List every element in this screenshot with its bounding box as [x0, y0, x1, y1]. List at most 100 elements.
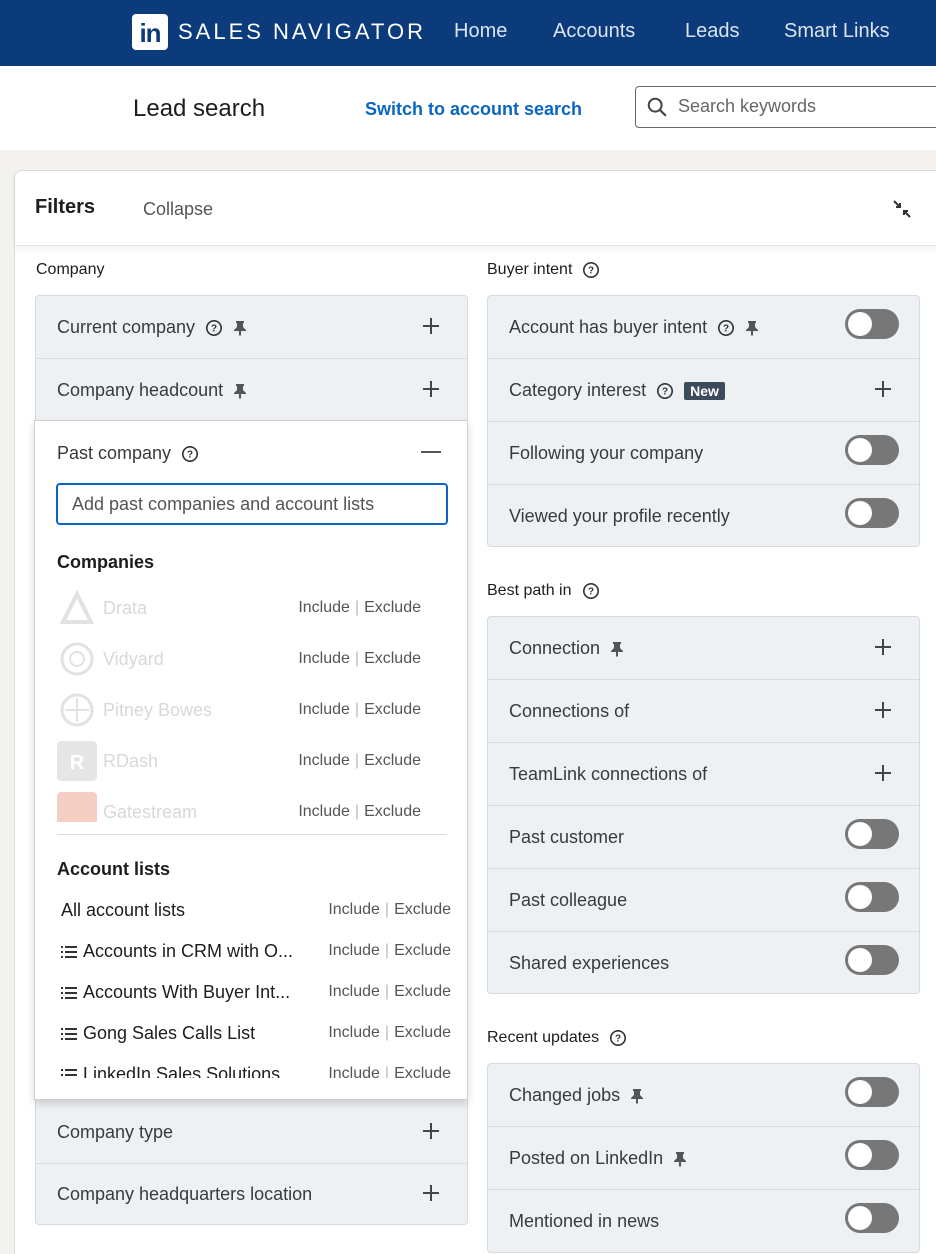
filter-current-company[interactable]: Current company ?: [36, 296, 467, 359]
include-button[interactable]: Include: [328, 983, 380, 1000]
include-button[interactable]: Include: [298, 752, 350, 769]
nav-smart-links[interactable]: Smart Links: [784, 20, 890, 43]
shrink-icon[interactable]: [890, 197, 914, 221]
nav-accounts[interactable]: Accounts: [553, 20, 635, 43]
exclude-button[interactable]: Exclude: [394, 1024, 451, 1041]
company-suggestion[interactable]: Pitney Bowes Include | Exclude: [57, 690, 447, 732]
company-suggestion[interactable]: Gatestream Include | Exclude: [57, 792, 447, 822]
exclude-button[interactable]: Exclude: [364, 701, 421, 718]
minus-icon[interactable]: [421, 451, 441, 453]
mentioned-toggle[interactable]: [845, 1203, 899, 1233]
account-list-item[interactable]: LinkedIn Sales Solutions Include | Exclude: [61, 1064, 451, 1078]
past-company-input[interactable]: [56, 483, 448, 525]
include-button[interactable]: Include: [298, 803, 350, 820]
filter-company-headcount[interactable]: Company headcount: [36, 359, 467, 422]
filter-viewed-profile[interactable]: Viewed your profile recently: [488, 485, 919, 548]
plus-icon[interactable]: [873, 379, 893, 399]
exclude-button[interactable]: Exclude: [394, 942, 451, 959]
exclude-button[interactable]: Exclude: [364, 803, 421, 820]
account-list-item[interactable]: Gong Sales Calls List Include | Exclude: [61, 1023, 451, 1053]
company-suggestion[interactable]: Vidyard Include | Exclude: [57, 639, 447, 681]
mentioned-label: Mentioned in news: [509, 1211, 660, 1231]
include-button[interactable]: Include: [328, 942, 380, 959]
account-list-item[interactable]: All account lists Include | Exclude: [61, 900, 451, 930]
svg-text:?: ?: [211, 323, 217, 334]
filter-shared-experiences[interactable]: Shared experiences: [488, 932, 919, 995]
include-button[interactable]: Include: [298, 701, 350, 718]
shared-experiences-toggle[interactable]: [845, 945, 899, 975]
exclude-button[interactable]: Exclude: [394, 1065, 451, 1078]
filter-company-hq[interactable]: Company headquarters location: [36, 1163, 467, 1226]
account-list-item[interactable]: Accounts in CRM with O... Include | Exclud…: [61, 941, 451, 971]
company-suggestion[interactable]: Drata Include | Exclude: [57, 588, 447, 630]
exclude-button[interactable]: Exclude: [394, 901, 451, 918]
pin-icon[interactable]: [630, 1088, 644, 1104]
account-list-item[interactable]: Accounts With Buyer Int... Include | Exclu…: [61, 982, 451, 1012]
past-company-panel: Past company ? Companies Drata Include|E…: [34, 420, 468, 1100]
filter-changed-jobs[interactable]: Changed jobs: [488, 1064, 919, 1127]
filters-header: Filters Collapse: [15, 171, 936, 246]
company-suggestion[interactable]: R RDash Include | Exclude: [57, 741, 447, 783]
past-customer-toggle[interactable]: [845, 819, 899, 849]
filter-past-colleague[interactable]: Past colleague: [488, 869, 919, 932]
following-toggle[interactable]: [845, 435, 899, 465]
help-icon[interactable]: ?: [717, 319, 735, 337]
filter-posted-linkedin[interactable]: Posted on LinkedIn: [488, 1127, 919, 1190]
filter-connection[interactable]: Connection: [488, 617, 919, 680]
help-icon[interactable]: ?: [582, 582, 600, 600]
filter-company-type[interactable]: Company type: [36, 1101, 467, 1164]
list-icon: [61, 986, 77, 999]
include-button[interactable]: Include: [298, 650, 350, 667]
filter-teamlink[interactable]: TeamLink connections of: [488, 743, 919, 806]
plus-icon[interactable]: [421, 379, 441, 399]
collapse-button[interactable]: Collapse: [143, 199, 213, 220]
plus-icon[interactable]: [873, 637, 893, 657]
include-button[interactable]: Include: [328, 901, 380, 918]
filter-mentioned-news[interactable]: Mentioned in news: [488, 1190, 919, 1253]
changed-jobs-toggle[interactable]: [845, 1077, 899, 1107]
exclude-button[interactable]: Exclude: [394, 983, 451, 1000]
nav-home[interactable]: Home: [454, 20, 507, 43]
help-icon[interactable]: ?: [582, 261, 600, 279]
help-icon[interactable]: ?: [205, 319, 223, 337]
nav-leads[interactable]: Leads: [685, 20, 740, 43]
switch-to-account-search-link[interactable]: Switch to account search: [365, 99, 582, 120]
pin-icon[interactable]: [233, 320, 247, 336]
plus-icon[interactable]: [873, 700, 893, 720]
pin-icon[interactable]: [610, 641, 624, 657]
filter-category-interest[interactable]: Category interest ? New: [488, 359, 919, 422]
exclude-button[interactable]: Exclude: [364, 752, 421, 769]
help-icon[interactable]: ?: [181, 445, 199, 463]
posted-toggle[interactable]: [845, 1140, 899, 1170]
help-icon[interactable]: ?: [656, 382, 674, 400]
plus-icon[interactable]: [421, 1183, 441, 1203]
include-button[interactable]: Include: [328, 1024, 380, 1041]
plus-icon[interactable]: [873, 763, 893, 783]
connection-label: Connection: [509, 638, 601, 658]
filter-account-buyer-intent[interactable]: Account has buyer intent ?: [488, 296, 919, 359]
filter-past-customer[interactable]: Past customer: [488, 806, 919, 869]
new-badge: New: [684, 381, 725, 400]
past-colleague-toggle[interactable]: [845, 882, 899, 912]
filter-connections-of[interactable]: Connections of: [488, 680, 919, 743]
exclude-button[interactable]: Exclude: [364, 599, 421, 616]
search-input[interactable]: [678, 96, 936, 117]
account-intent-toggle[interactable]: [845, 309, 899, 339]
viewed-profile-toggle[interactable]: [845, 498, 899, 528]
exclude-button[interactable]: Exclude: [364, 650, 421, 667]
pin-icon[interactable]: [673, 1151, 687, 1167]
plus-icon[interactable]: [421, 1121, 441, 1141]
linkedin-logo[interactable]: in: [132, 14, 168, 50]
drata-logo-icon: [59, 589, 95, 624]
include-button[interactable]: Include: [298, 599, 350, 616]
svg-text:?: ?: [587, 587, 593, 598]
keyword-search-box[interactable]: [635, 86, 936, 128]
pin-icon[interactable]: [233, 383, 247, 399]
help-icon[interactable]: ?: [609, 1029, 627, 1047]
svg-text:?: ?: [662, 386, 668, 397]
pin-icon[interactable]: [745, 320, 759, 336]
plus-icon[interactable]: [421, 316, 441, 336]
past-company-label: Past company: [57, 443, 172, 463]
include-button[interactable]: Include: [328, 1065, 380, 1078]
filter-following-company[interactable]: Following your company: [488, 422, 919, 485]
